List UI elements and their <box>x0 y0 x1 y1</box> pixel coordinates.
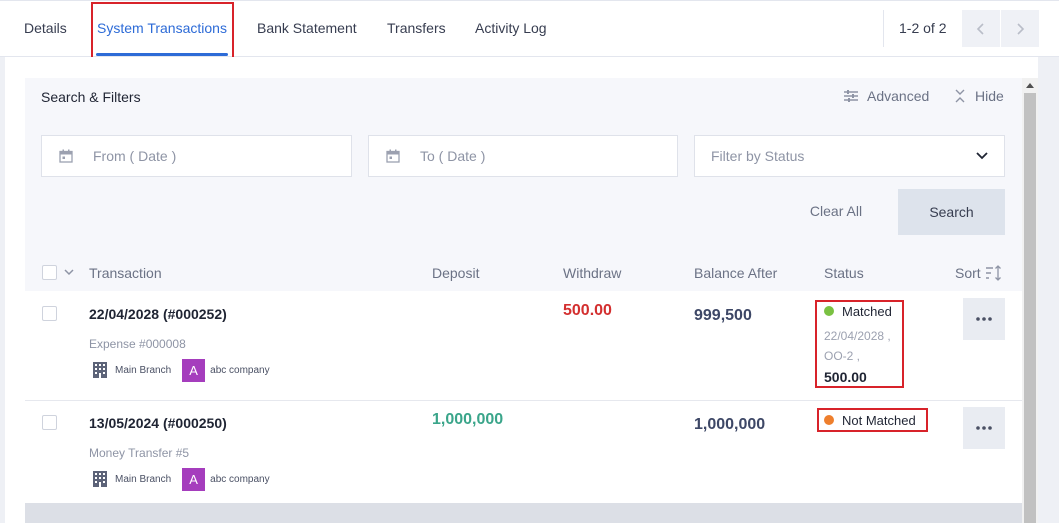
withdraw-amount: 500.00 <box>563 302 612 319</box>
advanced-label: Advanced <box>867 88 930 104</box>
triangle-up-icon <box>1026 82 1034 88</box>
to-date-placeholder: To ( Date ) <box>420 148 486 164</box>
branch-label: Main Branch <box>115 364 172 376</box>
transaction-subtitle: Expense #000008 <box>89 337 186 351</box>
header-deposit: Deposit <box>432 265 480 281</box>
status-dot-not-matched <box>824 415 834 425</box>
header-status: Status <box>824 265 864 281</box>
sort-label: Sort <box>955 265 981 281</box>
pager-count: 1-2 of 2 <box>899 20 947 36</box>
building-icon <box>93 362 107 378</box>
active-tab-indicator <box>96 53 228 56</box>
scroll-up-arrow[interactable] <box>1022 78 1038 92</box>
row-actions-button[interactable] <box>963 298 1005 340</box>
transaction-tags: Main Branch A abc company <box>92 358 270 382</box>
company-label: abc company <box>210 473 270 485</box>
tab-bank-statement[interactable]: Bank Statement <box>257 0 357 57</box>
hide-label: Hide <box>975 88 1004 104</box>
transaction-tags: Main Branch A abc company <box>92 467 270 491</box>
pager-divider <box>883 10 884 47</box>
tab-details[interactable]: Details <box>24 0 67 57</box>
header-transaction: Transaction <box>89 265 162 281</box>
sort-icon <box>985 265 1001 281</box>
transaction-title[interactable]: 22/04/2028 (#000252) <box>89 304 227 324</box>
next-page-button[interactable] <box>1001 10 1039 47</box>
hide-filters-button[interactable]: Hide <box>953 86 1004 106</box>
row-checkbox[interactable] <box>42 306 57 321</box>
company-label: abc company <box>210 364 270 376</box>
header-balance-after: Balance After <box>694 265 778 281</box>
balance-after: 1,000,000 <box>694 416 766 433</box>
more-dots-icon <box>976 426 992 430</box>
tab-activity-log[interactable]: Activity Log <box>475 0 547 57</box>
building-icon <box>93 471 107 487</box>
branch-label: Main Branch <box>115 473 172 485</box>
advanced-button[interactable]: Advanced <box>843 86 929 106</box>
table-footer <box>25 503 1022 523</box>
sliders-icon <box>844 90 858 102</box>
chevron-down-icon <box>976 152 988 160</box>
company-avatar: A <box>182 467 206 491</box>
transaction-subtitle: Money Transfer #5 <box>89 446 190 460</box>
search-button[interactable]: Search <box>898 189 1005 235</box>
status-badge: Not Matched <box>824 411 916 429</box>
scrollbar-thumb[interactable] <box>1024 93 1036 523</box>
match-reference: OO-2 , <box>824 349 861 363</box>
calendar-icon <box>386 149 400 163</box>
row-divider <box>25 400 1022 401</box>
prev-page-button[interactable] <box>962 10 1000 47</box>
tab-transfers[interactable]: Transfers <box>387 0 446 57</box>
more-dots-icon <box>976 317 992 321</box>
deposit-amount: 1,000,000 <box>432 411 504 428</box>
status-label: Not Matched <box>842 412 916 428</box>
chevron-left-icon <box>976 22 984 35</box>
transaction-title[interactable]: 13/05/2024 (#000250) <box>89 413 227 433</box>
header-withdraw: Withdraw <box>563 265 622 281</box>
from-date-field[interactable]: From ( Date ) <box>41 135 352 177</box>
table-header <box>25 255 1022 291</box>
status-dot-matched <box>824 306 834 316</box>
calendar-icon <box>59 149 73 163</box>
match-date: 22/04/2028 , <box>824 329 891 343</box>
match-amount: 500.00 <box>824 369 867 385</box>
tab-system-transactions[interactable]: System Transactions <box>97 0 227 57</box>
balance-after: 999,500 <box>694 307 752 324</box>
status-filter-placeholder: Filter by Status <box>711 148 805 164</box>
sort-button[interactable]: Sort <box>955 263 1003 283</box>
collapse-icon <box>955 89 965 103</box>
from-date-placeholder: From ( Date ) <box>93 148 177 164</box>
row-checkbox[interactable] <box>42 415 57 430</box>
filters-title: Search & Filters <box>41 89 141 105</box>
status-filter-select[interactable]: Filter by Status <box>694 135 1005 177</box>
chevron-down-icon[interactable] <box>64 269 74 276</box>
chevron-right-icon <box>1017 22 1025 35</box>
to-date-field[interactable]: To ( Date ) <box>368 135 678 177</box>
company-avatar: A <box>182 358 206 382</box>
clear-all-button[interactable]: Clear All <box>803 189 869 234</box>
status-label: Matched <box>842 303 892 319</box>
row-actions-button[interactable] <box>963 407 1005 449</box>
status-badge: Matched <box>824 302 892 320</box>
select-all-checkbox[interactable] <box>42 265 57 280</box>
